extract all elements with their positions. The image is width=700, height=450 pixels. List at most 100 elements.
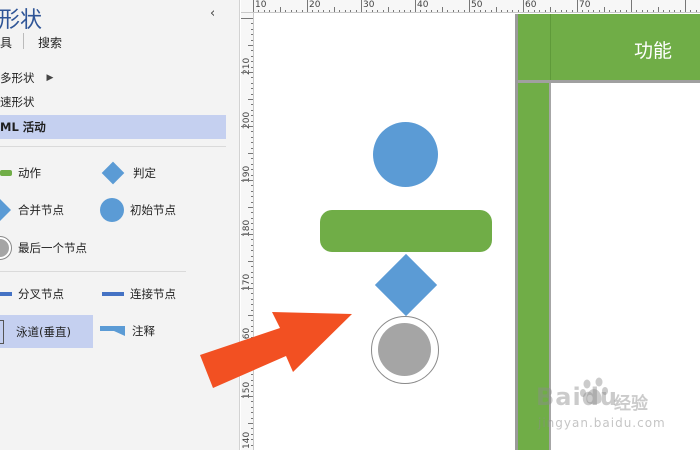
ruler-tick <box>251 28 253 30</box>
ruler-tick <box>328 10 330 12</box>
ruler-tick <box>251 439 253 441</box>
ruler-tick <box>280 7 281 12</box>
ruler-tick <box>248 207 253 208</box>
canvas-initial-node[interactable] <box>373 122 438 187</box>
ruler-tick <box>251 50 253 52</box>
ruler-tick <box>496 7 497 12</box>
ruler-tick <box>251 147 253 149</box>
ruler-tick <box>241 396 253 397</box>
ruler-tick <box>241 288 253 289</box>
stencil-uml-activity[interactable]: ML 活动 <box>0 115 226 139</box>
ruler-tick <box>251 169 253 171</box>
ruler-tick <box>251 142 253 144</box>
ruler-tick <box>658 7 659 12</box>
ruler-tick <box>398 10 400 12</box>
shape-note[interactable]: 注释 <box>100 316 155 346</box>
ruler-tick <box>251 158 253 160</box>
ruler-tick <box>550 7 551 12</box>
ruler-tick <box>533 10 535 12</box>
ruler-tick <box>582 10 584 12</box>
action-bar-icon <box>0 170 12 176</box>
circle-icon <box>100 198 124 222</box>
ruler-tick <box>479 10 481 12</box>
ruler-tick <box>251 185 253 187</box>
panel-divider <box>0 146 226 147</box>
canvas-final-node[interactable] <box>371 316 439 384</box>
swimlane-title[interactable]: 功能 <box>634 36 672 63</box>
ruler-tick <box>598 10 600 12</box>
ruler-tick <box>415 0 416 12</box>
ruler-tick <box>663 10 665 12</box>
ruler-tick <box>614 10 616 12</box>
ruler-tick <box>251 293 253 295</box>
shape-fork-node[interactable]: 分叉节点 <box>0 279 64 309</box>
ruler-tick <box>251 55 253 57</box>
ruler-tick <box>251 115 253 117</box>
canvas-final-node-core <box>378 323 431 376</box>
shape-final-node[interactable]: 最后一个节点 <box>0 233 87 263</box>
shape-action[interactable]: 动作 <box>0 158 41 188</box>
ruler-tick <box>251 255 253 257</box>
ruler-tick <box>251 266 253 268</box>
stencil-quick-shapes[interactable]: 速形状 <box>0 90 35 114</box>
ruler-tick <box>251 120 253 122</box>
ruler-tick <box>388 7 389 12</box>
ruler-tick <box>241 126 253 127</box>
tab-stencils[interactable]: 具 <box>0 34 12 51</box>
horizontal-ruler: 10 20 30 40 50 60 70 <box>241 0 700 13</box>
ruler-tick <box>577 0 578 12</box>
shape-initial-node[interactable]: 初始节点 <box>100 195 176 225</box>
ruler-tick <box>695 10 697 12</box>
ruler-tick <box>674 10 676 12</box>
ruler-tick <box>251 444 253 446</box>
ruler-tick <box>463 10 465 12</box>
ruler-tick <box>355 10 357 12</box>
canvas-action[interactable] <box>320 210 492 252</box>
tab-search[interactable]: 搜索 <box>38 34 62 51</box>
stencil-more-shapes[interactable]: 多形状 ▶ <box>0 66 53 90</box>
ruler-tick <box>690 10 692 12</box>
ruler-tick <box>517 10 519 12</box>
ruler-tick <box>253 0 254 12</box>
ruler-tick <box>604 7 605 12</box>
ruler-tick <box>241 234 253 235</box>
ruler-tick <box>251 190 253 192</box>
ruler-tick <box>452 10 454 12</box>
ruler-tick <box>251 212 253 214</box>
swimlane-icon <box>0 319 4 344</box>
ruler-tick <box>566 10 568 12</box>
ruler-tick <box>251 201 253 203</box>
ruler-tick <box>251 406 253 408</box>
shape-swimlane-vertical[interactable]: 泳道(垂直) <box>0 315 93 348</box>
ruler-tick <box>251 93 253 95</box>
note-icon <box>100 324 126 338</box>
ruler-tick <box>474 10 476 12</box>
collapse-panel-icon[interactable]: ‹ <box>210 6 215 21</box>
ruler-tick <box>251 109 253 111</box>
shape-merge-node[interactable]: 合并节点 <box>0 195 64 225</box>
ruler-tick <box>296 10 298 12</box>
tab-separator <box>23 33 24 49</box>
ruler-tick <box>307 0 308 12</box>
ruler-tick <box>555 10 557 12</box>
ruler-tick <box>251 282 253 284</box>
ruler-tick <box>251 163 253 165</box>
join-bar-icon <box>102 292 124 296</box>
ruler-tick <box>528 10 530 12</box>
ruler-tick <box>609 10 611 12</box>
ruler-tick <box>251 271 253 273</box>
ruler-tick <box>620 10 622 12</box>
shape-decision[interactable]: 判定 <box>101 158 156 188</box>
ruler-tick <box>339 10 341 12</box>
shape-join-node[interactable]: 连接节点 <box>102 279 176 309</box>
ruler-tick <box>344 10 346 12</box>
swimlane-header[interactable] <box>518 14 700 80</box>
ruler-tick <box>251 61 253 63</box>
ruler-tick <box>490 10 492 12</box>
watermark-cn: 经验 <box>614 394 648 414</box>
ruler-tick <box>251 131 253 133</box>
ruler-tick <box>251 82 253 84</box>
ruler-tick <box>251 39 253 41</box>
ruler-tick <box>485 10 487 12</box>
callout-arrow-icon <box>200 312 352 388</box>
